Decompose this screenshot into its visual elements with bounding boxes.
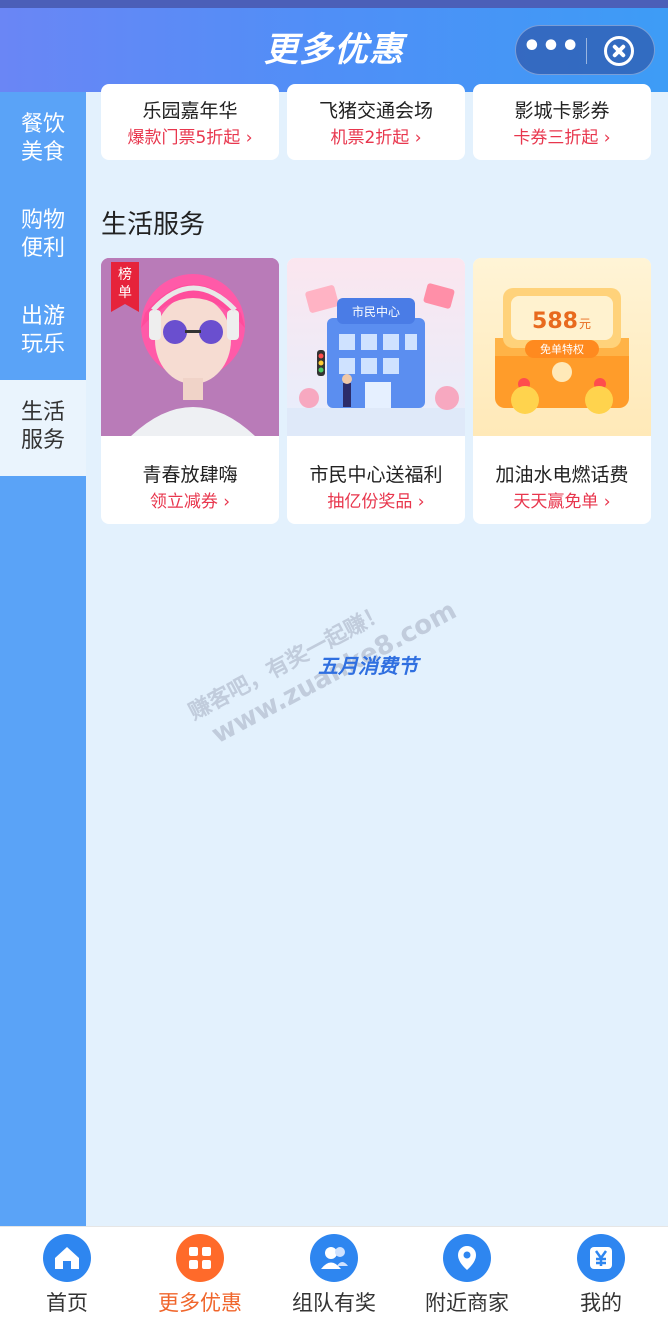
card-image: 市民中心 bbox=[287, 258, 465, 436]
rank-badge-text: 单 bbox=[118, 285, 132, 301]
amount-unit: 元 bbox=[579, 317, 591, 331]
promo-card-citizen-center[interactable]: 市民中心 市民中心送福利 抽亿份奖品 › bbox=[287, 258, 465, 524]
miniapp-capsule: ••• bbox=[515, 25, 655, 75]
promo-card-fliggy[interactable]: 飞猪交通会场 机票2折起 › bbox=[287, 84, 465, 160]
header-bar: 更多优惠 ••• bbox=[0, 8, 668, 92]
tab-mine[interactable]: 我的 bbox=[546, 1227, 656, 1327]
amount-text: 588 bbox=[532, 309, 578, 334]
sidebar-item-label: 便利 bbox=[21, 236, 66, 261]
card-image: 588 元 免单特权 bbox=[473, 258, 651, 436]
tab-home[interactable]: 首页 bbox=[12, 1227, 122, 1327]
sidebar-item-label: 美食 bbox=[21, 140, 66, 165]
status-bar bbox=[0, 0, 668, 8]
card-title: 乐园嘉年华 bbox=[142, 100, 238, 122]
promo-card-utilities[interactable]: 588 元 免单特权 加油水电燃话费 天天赢免单 › bbox=[473, 258, 651, 524]
card-subtitle-link: 天天赢免单 › bbox=[513, 492, 611, 512]
card-subtitle-link: 领立减券 › bbox=[149, 492, 231, 512]
promo-card-cinema[interactable]: 影城卡影券 卡券三折起 › bbox=[473, 84, 651, 160]
category-sidebar: 餐饮 美食 购物 便利 出游 玩乐 生活 服务 bbox=[0, 92, 86, 1226]
sidebar-item-label: 玩乐 bbox=[21, 332, 66, 357]
card-title: 市民中心送福利 bbox=[309, 464, 443, 486]
building-sign: 市民中心 bbox=[352, 304, 400, 319]
location-icon bbox=[443, 1234, 491, 1282]
card-title: 影城卡影券 bbox=[514, 100, 610, 122]
tab-label: 更多优惠 bbox=[158, 1291, 242, 1315]
sidebar-item-life-services[interactable]: 生活 服务 bbox=[0, 380, 86, 476]
rank-badge-text: 榜 bbox=[118, 267, 132, 283]
tab-label: 组队有奖 bbox=[292, 1291, 376, 1315]
caption-text: 免单特权 bbox=[540, 342, 584, 356]
sidebar-item-label: 餐饮 bbox=[21, 112, 66, 137]
card-image: 榜 单 bbox=[101, 258, 279, 436]
promo-card-park[interactable]: 乐园嘉年华 爆款门票5折起 › bbox=[101, 84, 279, 160]
watermark: 赚客吧，有奖一起赚！ www.zuanke8.com bbox=[182, 576, 468, 804]
sidebar-item-label: 出游 bbox=[21, 304, 66, 329]
tab-label: 附近商家 bbox=[425, 1291, 509, 1315]
sidebar-item-shopping[interactable]: 购物 便利 bbox=[0, 188, 86, 284]
close-icon[interactable] bbox=[604, 36, 634, 66]
tab-label: 首页 bbox=[46, 1291, 88, 1315]
home-icon bbox=[43, 1234, 91, 1282]
card-subtitle-link: 机票2折起 › bbox=[330, 128, 422, 148]
card-subtitle-link: 抽亿份奖品 › bbox=[327, 492, 425, 512]
card-subtitle-link: 卡券三折起 › bbox=[513, 128, 611, 148]
sidebar-item-travel[interactable]: 出游 玩乐 bbox=[0, 284, 86, 380]
tab-more-deals[interactable]: 更多优惠 bbox=[145, 1227, 255, 1327]
bottom-tab-bar: 首页 更多优惠 组队有奖 附近商家 我的 bbox=[0, 1226, 668, 1334]
team-icon bbox=[310, 1234, 358, 1282]
capsule-divider bbox=[586, 38, 587, 64]
sidebar-item-dining[interactable]: 餐饮 美食 bbox=[0, 92, 86, 188]
tab-nearby[interactable]: 附近商家 bbox=[412, 1227, 522, 1327]
more-options-button[interactable]: ••• bbox=[516, 26, 586, 76]
sidebar-item-label: 生活 bbox=[21, 400, 66, 425]
promo-card-youth[interactable]: 榜 单 青春放肆嗨 领立减券 › bbox=[101, 258, 279, 524]
festival-label: 五月消费节 bbox=[318, 654, 418, 678]
card-subtitle-link: 爆款门票5折起 › bbox=[127, 128, 253, 148]
section-title: 生活服务 bbox=[101, 210, 206, 240]
sidebar-item-label: 购物 bbox=[21, 208, 66, 233]
grid-icon bbox=[176, 1234, 224, 1282]
sidebar-item-label: 服务 bbox=[21, 428, 66, 453]
yen-icon bbox=[577, 1234, 625, 1282]
tab-label: 我的 bbox=[580, 1291, 622, 1315]
card-title: 青春放肆嗨 bbox=[142, 464, 238, 486]
card-title: 加油水电燃话费 bbox=[495, 464, 629, 486]
card-title: 飞猪交通会场 bbox=[318, 100, 433, 122]
tab-team[interactable]: 组队有奖 bbox=[279, 1227, 389, 1327]
